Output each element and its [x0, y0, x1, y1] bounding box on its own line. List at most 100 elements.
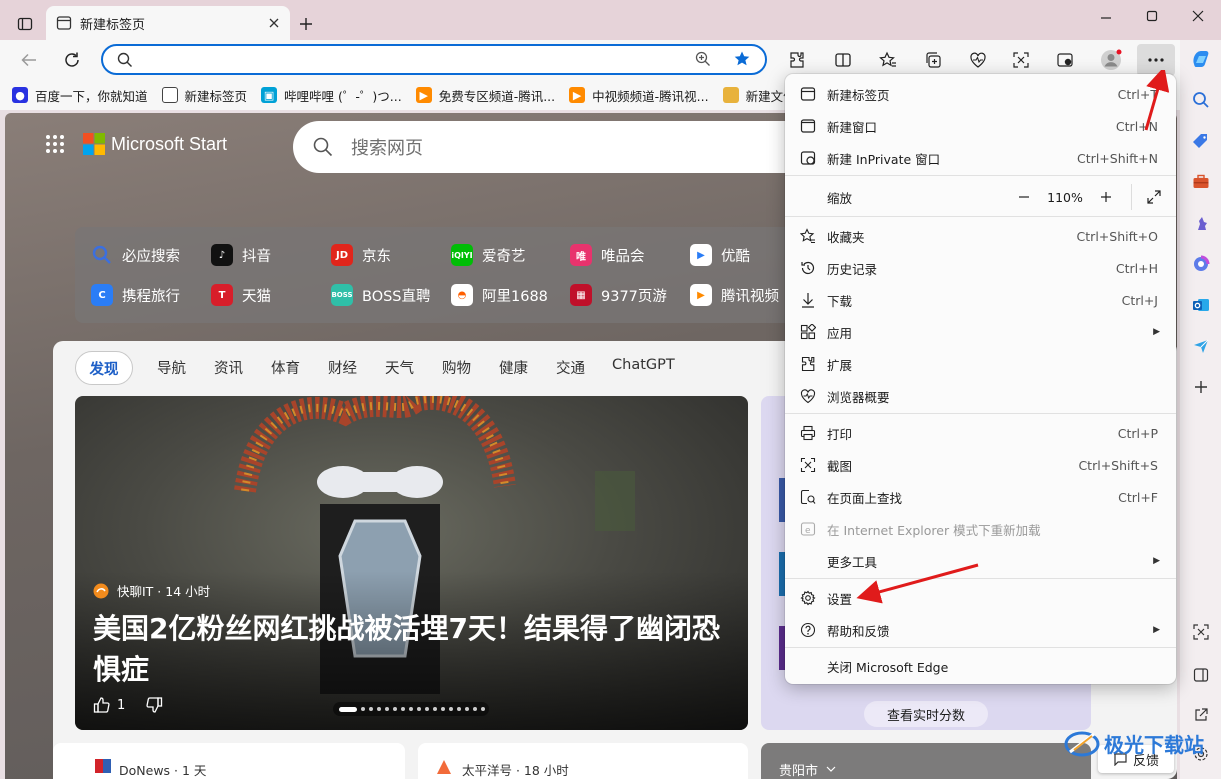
- menu-item-history[interactable]: 历史记录 Ctrl+H: [789, 253, 1172, 283]
- menu-label: 新建窗口: [827, 119, 878, 135]
- dislike-icon[interactable]: [145, 696, 163, 714]
- browser-essentials-button[interactable]: [963, 45, 993, 75]
- tencent-video-icon: ▶: [415, 87, 432, 103]
- hide-sidebar-icon[interactable]: [1188, 662, 1214, 688]
- menu-item-extensions[interactable]: 扩展: [789, 349, 1172, 379]
- copilot-icon[interactable]: [1188, 46, 1214, 72]
- menu-item-new-window[interactable]: 新建窗口 Ctrl+N: [789, 111, 1172, 141]
- outlook-icon[interactable]: [1188, 292, 1214, 318]
- carousel-indicator[interactable]: [333, 702, 489, 716]
- web-search-box[interactable]: 搜索网页: [293, 121, 813, 173]
- close-window-button[interactable]: [1186, 6, 1210, 26]
- tools-icon[interactable]: [1188, 169, 1214, 195]
- settings-and-more-button[interactable]: [1137, 44, 1175, 76]
- quick-link-douyin[interactable]: ♪ 抖音: [211, 244, 271, 266]
- quick-link-bing[interactable]: 必应搜索: [91, 244, 180, 266]
- refresh-button[interactable]: [59, 47, 85, 73]
- feed-tab[interactable]: 天气: [385, 357, 414, 378]
- quick-link-iqiyi[interactable]: iQIYI 爱奇艺: [451, 244, 526, 266]
- back-button[interactable]: [16, 47, 42, 73]
- feed-tab[interactable]: 导航: [157, 357, 186, 378]
- quick-link-vip[interactable]: 唯唯品会: [570, 244, 645, 266]
- menu-item-inprivate[interactable]: 新建 InPrivate 窗口 Ctrl+Shift+N: [789, 143, 1172, 173]
- zoom-indicator-icon[interactable]: [695, 51, 711, 67]
- feed-tab[interactable]: 财经: [328, 357, 357, 378]
- hero-news-card[interactable]: 快聊IT · 14 小时 美国2亿粉丝网红挑战被活埋7天！结果得了幽闭恐惧症 1: [75, 396, 748, 730]
- quick-link-ctrip[interactable]: C 携程旅行: [91, 284, 180, 306]
- menu-item-close-edge[interactable]: 关闭 Microsoft Edge: [789, 651, 1172, 681]
- favorite-tencent-free[interactable]: ▶ 免费专区频道-腾讯...: [415, 86, 555, 105]
- ie-mode-button[interactable]: [1050, 45, 1080, 75]
- feed-tab[interactable]: 交通: [556, 357, 585, 378]
- menu-item-more-tools[interactable]: 更多工具 ▶: [789, 546, 1172, 576]
- search-icon[interactable]: [1188, 87, 1214, 113]
- quick-link-boss[interactable]: BOSS BOSS直聘: [331, 284, 431, 306]
- maximize-button[interactable]: [1140, 6, 1164, 26]
- menu-item-browser-essentials[interactable]: 浏览器概要: [789, 381, 1172, 411]
- extensions-button[interactable]: [782, 45, 812, 75]
- tab-close-icon[interactable]: [268, 17, 280, 29]
- feed-tab[interactable]: 健康: [499, 357, 528, 378]
- menu-item-new-tab[interactable]: 新建标签页 Ctrl+T: [789, 79, 1172, 109]
- hero-headline[interactable]: 美国2亿粉丝网红挑战被活埋7天！结果得了幽闭恐惧症: [93, 608, 733, 690]
- drop-icon[interactable]: [1188, 333, 1214, 359]
- menu-item-downloads[interactable]: 下载 Ctrl+J: [789, 285, 1172, 315]
- tencent-video-icon: ▶: [690, 284, 712, 306]
- news-card[interactable]: 太平洋号 · 18 小时: [418, 743, 748, 779]
- quick-link-youku[interactable]: ▶ 优酷: [690, 244, 750, 266]
- zoom-out-button[interactable]: [1009, 184, 1039, 210]
- menu-item-screenshot[interactable]: 截图 Ctrl+Shift+S: [789, 450, 1172, 480]
- shopping-icon[interactable]: [1188, 128, 1214, 154]
- news-card[interactable]: DoNews · 1 天: [53, 743, 405, 779]
- like-icon[interactable]: [93, 696, 111, 714]
- zoom-in-button[interactable]: [1091, 184, 1121, 210]
- menu-item-print[interactable]: 打印 Ctrl+P: [789, 418, 1172, 448]
- 1688-icon: ◓: [451, 284, 473, 306]
- quick-link-1688[interactable]: ◓ 阿里1688: [451, 284, 548, 306]
- screenshot-button[interactable]: [1006, 45, 1036, 75]
- quick-link-jd[interactable]: JD 京东: [331, 244, 391, 266]
- microsoft-365-icon[interactable]: [1188, 251, 1214, 277]
- fullscreen-icon[interactable]: [1142, 184, 1166, 210]
- profile-button[interactable]: [1096, 45, 1126, 75]
- favorite-star-icon[interactable]: [733, 50, 751, 68]
- favorite-new-tab[interactable]: 新建标签页: [161, 86, 247, 105]
- feed-tab-discover[interactable]: 发现: [75, 351, 133, 385]
- brand[interactable]: Microsoft Start: [45, 133, 227, 155]
- favorites-button[interactable]: [873, 45, 903, 75]
- new-tab-button[interactable]: [296, 14, 316, 34]
- favorite-tencent-mid[interactable]: ▶ 中视频频道-腾讯视...: [569, 86, 709, 105]
- menu-item-ie-mode[interactable]: e 在 Internet Explorer 模式下重新加载: [789, 514, 1172, 544]
- menu-item-zoom: 缩放 110%: [789, 182, 1172, 212]
- view-live-scores-button[interactable]: 查看实时分数: [864, 701, 988, 727]
- watermark-logo-icon: [1064, 728, 1102, 758]
- quick-link-9377[interactable]: ▦ 9377页游: [570, 284, 667, 306]
- menu-shortcut: Ctrl+Shift+N: [1077, 150, 1158, 166]
- split-screen-button[interactable]: [828, 45, 858, 75]
- screenshot-icon[interactable]: [1188, 619, 1214, 645]
- collections-button[interactable]: [918, 45, 948, 75]
- favorite-bilibili[interactable]: ▣ 哔哩哔哩 (゜-゜)つ...: [261, 86, 402, 105]
- minimize-button[interactable]: [1094, 8, 1118, 28]
- feed-tab[interactable]: 体育: [271, 357, 300, 378]
- search-icon: [91, 244, 113, 266]
- quick-link-tencent-video[interactable]: ▶ 腾讯视频: [690, 284, 779, 306]
- menu-item-help[interactable]: 帮助和反馈 ▶: [789, 615, 1172, 645]
- menu-item-apps[interactable]: 应用 ▶: [789, 317, 1172, 347]
- open-external-icon[interactable]: [1188, 702, 1214, 728]
- games-icon[interactable]: [1188, 210, 1214, 236]
- browser-tab[interactable]: 新建标签页: [46, 6, 290, 40]
- add-icon[interactable]: [1188, 374, 1214, 400]
- menu-item-favorites[interactable]: 收藏夹 Ctrl+Shift+O: [789, 221, 1172, 251]
- feed-tab[interactable]: 购物: [442, 357, 471, 378]
- weather-card[interactable]: 贵阳市: [761, 743, 1091, 779]
- quick-link-tmall[interactable]: T 天猫: [211, 284, 271, 306]
- favorite-baidu[interactable]: ● 百度一下，你就知道: [12, 86, 148, 105]
- app-launcher-icon[interactable]: [45, 134, 65, 154]
- menu-item-settings[interactable]: 设置: [789, 583, 1172, 613]
- menu-item-find-on-page[interactable]: 在页面上查找 Ctrl+F: [789, 482, 1172, 512]
- tab-actions-icon[interactable]: [14, 13, 36, 35]
- feed-tab[interactable]: 资讯: [214, 357, 243, 378]
- address-bar[interactable]: [101, 44, 767, 75]
- feed-tab[interactable]: ChatGPT: [612, 357, 675, 373]
